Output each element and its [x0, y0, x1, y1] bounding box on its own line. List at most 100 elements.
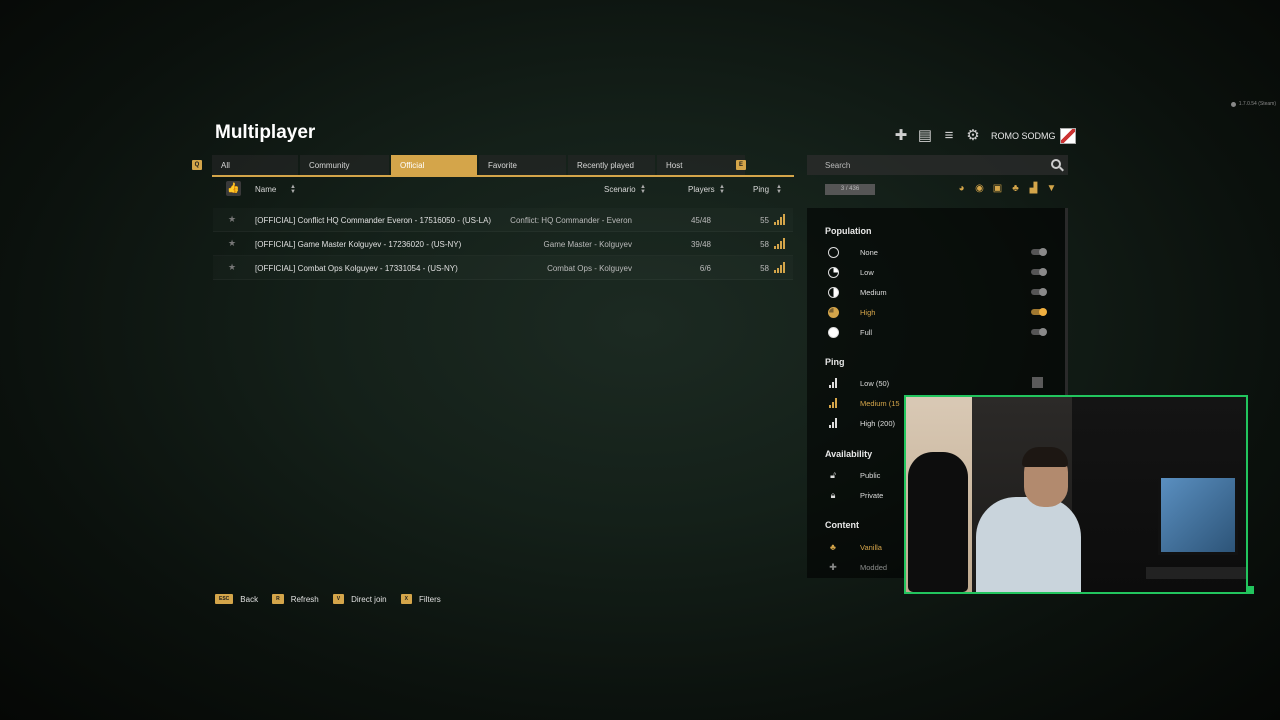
server-scenario: Conflict: HQ Commander - Everon [510, 216, 632, 225]
filter-population-full[interactable]: Full [825, 324, 1055, 340]
direct-join-key[interactable]: V [332, 594, 345, 604]
server-list: ★ [OFFICIAL] Conflict HQ Commander Evero… [213, 208, 793, 280]
webcam-hair [1022, 447, 1068, 467]
content-filter-icon[interactable]: ♣ [1009, 182, 1022, 195]
webcam-person [976, 497, 1081, 592]
tab-underline [212, 175, 794, 177]
content-title: Content [825, 520, 859, 530]
population-filter-icon[interactable]: ◕ [955, 182, 968, 195]
filter-label: Vanilla [860, 543, 882, 552]
favorite-star-icon[interactable]: ★ [228, 262, 236, 273]
signal-icon [774, 214, 786, 225]
sort-name-icon[interactable]: ▲ ▼ [290, 184, 296, 195]
server-players: 39/48 [690, 240, 711, 249]
tab-favorite[interactable]: Favorite [479, 155, 566, 175]
back-key[interactable]: ESC [215, 594, 234, 604]
filter-toolbar: ◕ ◉ ▣ ♣ ▟ ▼ [955, 182, 1058, 195]
search-icon[interactable] [1051, 159, 1061, 169]
server-players: 45/48 [690, 216, 711, 225]
table-row[interactable]: ★ [OFFICIAL] Game Master Kolguyev - 1723… [213, 232, 793, 256]
search-input[interactable]: Search [807, 155, 1068, 175]
filter-label: High (200) [860, 419, 896, 428]
filter-label: High [860, 308, 876, 317]
filters-key[interactable]: X [400, 594, 412, 604]
server-scenario: Combat Ops - Kolguyev [547, 264, 632, 273]
direct-join-button[interactable]: Direct join [351, 595, 387, 604]
col-ping[interactable]: Ping [753, 185, 769, 194]
table-row[interactable]: ★ [OFFICIAL] Combat Ops Kolguyev - 17331… [213, 256, 793, 280]
filter-population-low[interactable]: Low [825, 264, 1055, 280]
sort-scenario-icon[interactable]: ▲ ▼ [640, 184, 646, 195]
checkbox[interactable] [1032, 377, 1043, 388]
availability-title: Availability [825, 449, 873, 459]
avatar [1059, 128, 1076, 144]
ping-filter-icon[interactable]: ◉ [973, 182, 986, 195]
server-scenario: Game Master - Kolguyev [543, 240, 632, 249]
toggle-switch[interactable] [1031, 308, 1047, 316]
signal-icon [774, 238, 786, 249]
server-ping: 55 [760, 216, 769, 225]
filter-population-high[interactable]: High [825, 304, 1055, 320]
toggle-switch[interactable] [1031, 268, 1047, 276]
version-text: 1.7.0.54 (Steam) [1238, 101, 1276, 107]
server-ping: 58 [760, 264, 769, 273]
sort-ping-icon[interactable]: ▲ ▼ [776, 184, 782, 195]
col-scenario[interactable]: Scenario [604, 185, 636, 194]
tab-bar: Q All Community Official Favorite Recent… [192, 155, 764, 175]
gear-icon[interactable]: ⚙ [964, 126, 982, 144]
toggle-switch[interactable] [1031, 288, 1047, 296]
table-row[interactable]: ★ [OFFICIAL] Conflict HQ Commander Evero… [213, 208, 793, 232]
tab-recently-played[interactable]: Recently played [568, 155, 655, 175]
server-name: [OFFICIAL] Conflict HQ Commander Everon … [255, 216, 492, 225]
availability-filter-icon[interactable]: ▣ [991, 182, 1004, 195]
back-button[interactable]: Back [240, 595, 258, 604]
server-name: [OFFICIAL] Game Master Kolguyev - 172360… [255, 240, 462, 249]
vanilla-icon: ♣ [830, 542, 836, 552]
filter-ping-low[interactable]: Low (50) [825, 375, 1055, 391]
signal-bars-icon [827, 377, 839, 389]
col-name[interactable]: Name [255, 185, 276, 194]
sort-players-icon[interactable]: ▲ ▼ [719, 184, 725, 195]
ping-title: Ping [825, 357, 845, 367]
three-quarter-circle-icon [827, 306, 839, 318]
signal-bars-icon [827, 397, 839, 409]
tab-prev-key[interactable]: Q [192, 160, 202, 170]
webcam-overlay [904, 395, 1248, 594]
filter-label: Public [860, 471, 881, 480]
signal-bars-icon [827, 417, 839, 429]
favorite-star-icon[interactable]: ★ [228, 238, 236, 249]
col-players[interactable]: Players [688, 185, 715, 194]
server-ping: 58 [760, 240, 769, 249]
top-toolbar: ✚ ▤ ≡ ⚙ [892, 126, 982, 145]
toggle-switch[interactable] [1031, 328, 1047, 336]
full-circle-icon [827, 326, 839, 338]
filter-population-none[interactable]: None [825, 244, 1055, 260]
signal-filter-icon[interactable]: ▟ [1027, 182, 1040, 195]
workshop-puzzle-icon[interactable]: ✚ [892, 126, 910, 144]
blocked-list-icon[interactable]: ≡ [940, 126, 958, 144]
info-icon [1230, 101, 1236, 107]
filter-label: Medium [860, 288, 887, 297]
news-icon[interactable]: ▤ [916, 126, 934, 144]
server-players: 6/6 [699, 264, 711, 273]
funnel-icon[interactable]: ▼ [1045, 182, 1058, 195]
page-title: Multiplayer [215, 122, 316, 143]
tab-all[interactable]: All [212, 155, 298, 175]
refresh-button[interactable]: Refresh [291, 595, 319, 604]
unlock-icon: 🔓︎ [830, 469, 836, 480]
toggle-switch[interactable] [1031, 248, 1047, 256]
search-placeholder: Search [825, 161, 851, 170]
thumbs-up-icon[interactable]: 👍 [226, 181, 241, 196]
tab-next-key[interactable]: E [736, 160, 746, 170]
webcam-monitor [1158, 475, 1238, 555]
user-profile[interactable]: ROMO SODMG [991, 128, 1076, 144]
version-label: 1.7.0.54 (Steam) [1230, 101, 1276, 107]
tab-host[interactable]: Host [657, 155, 745, 175]
tab-community[interactable]: Community [300, 155, 389, 175]
favorite-star-icon[interactable]: ★ [228, 214, 236, 225]
tab-official[interactable]: Official [391, 155, 477, 175]
refresh-key[interactable]: R [272, 594, 284, 604]
filter-population-medium[interactable]: Medium [825, 284, 1055, 300]
filters-button[interactable]: Filters [419, 595, 441, 604]
webcam-chair [908, 452, 968, 592]
